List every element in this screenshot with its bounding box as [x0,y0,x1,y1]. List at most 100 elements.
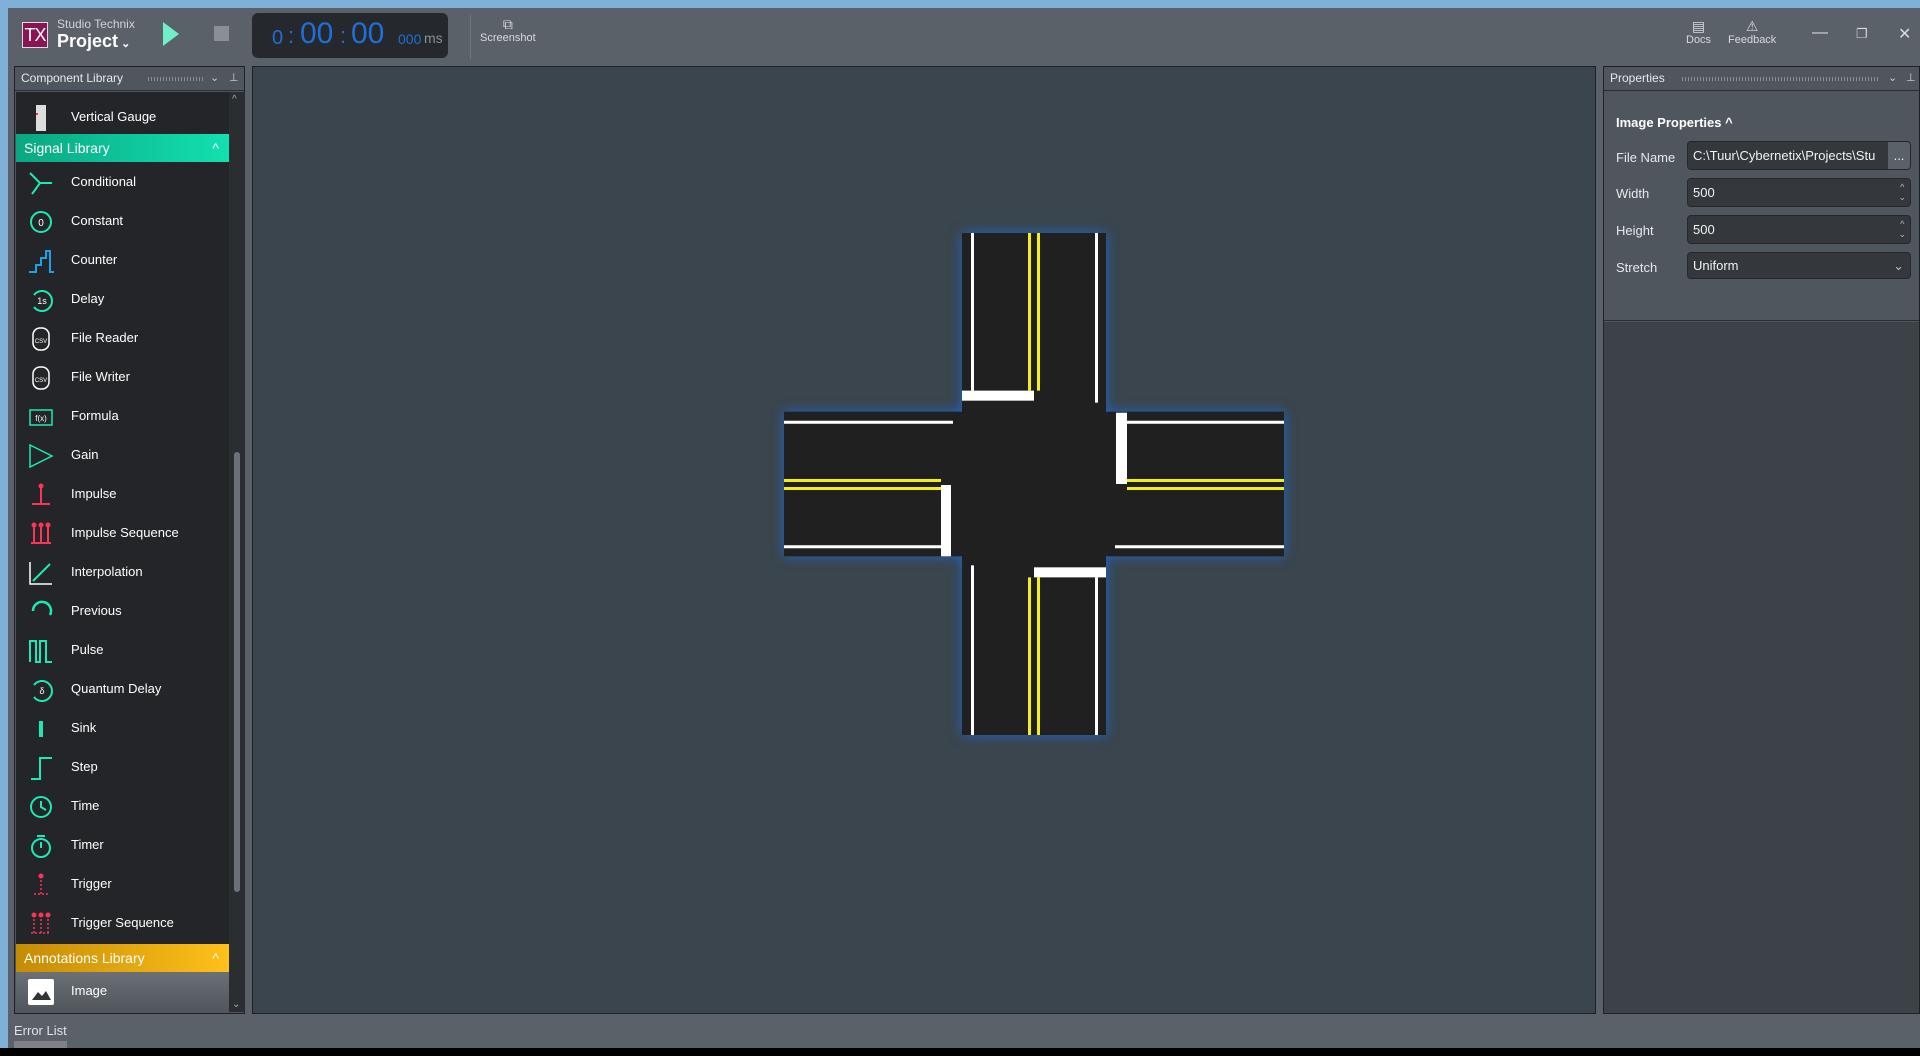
list-item-trigger[interactable]: Trigger [16,865,229,904]
timer-seconds: 00 [300,17,334,50]
item-label: File Writer [71,369,130,384]
sink-icon [39,721,43,737]
pin-icon[interactable]: ⊥ [229,67,239,90]
error-list-tab[interactable]: Error List [14,1023,67,1038]
height-field[interactable]: 500 ^ ⌄ [1687,215,1911,244]
scrollbar[interactable]: ^ ⌄ [229,92,245,1012]
toolbar: TX Studio Technix Project ⌄ 0 : 00 : 00 … [8,8,1920,66]
list-item-gain[interactable]: Gain [16,436,229,475]
formula-icon: f(x) [29,409,53,426]
list-item-delay[interactable]: 1s Delay [16,280,229,319]
window-top-border [0,0,1920,8]
feedback-button[interactable]: ⚠ Feedback [1728,18,1776,46]
list-item-image[interactable]: Image [16,972,229,1012]
list-item-file-reader[interactable]: CSV File Reader [16,319,229,358]
file-writer-icon: CSV [32,366,50,390]
restore-button[interactable]: ❐ [1856,26,1868,42]
constant-icon: 0 [30,211,52,233]
delay-icon: 1s [33,290,53,312]
vertical-gauge-icon [36,105,46,131]
component-library-header: Component Library ⌄ ⊥ [15,67,244,91]
annotations-library-section[interactable]: Annotations Library ^ [16,944,229,972]
counter-icon [29,250,54,273]
project-label: Project [57,31,119,51]
spinner-icon[interactable]: ^ ⌄ [1898,219,1906,239]
feedback-icon: ⚠ [1745,18,1759,34]
list-item-step[interactable]: Step [16,748,229,787]
item-label: Trigger [71,876,112,891]
screenshot-button[interactable]: ⧉ Screenshot [480,16,536,44]
svg-text:δ: δ [39,686,44,696]
item-label: Sink [71,720,97,735]
item-label: Formula [71,408,119,423]
error-list-tab-indicator [14,1041,67,1048]
quantum-delay-icon: δ [33,680,53,702]
component-library-panel: Component Library ⌄ ⊥ Vertical Gauge Sig… [14,66,245,1014]
item-label: Impulse Sequence [71,525,179,540]
height-value: 500 [1693,222,1715,237]
timer-icon [31,835,51,858]
file-name-field[interactable]: C:\Tuur\Cybernetix\Projects\Stu ... [1687,141,1911,170]
list-item-timer[interactable]: Timer [16,826,229,865]
item-label: Image [71,983,108,998]
scrollbar-thumb[interactable] [234,452,240,892]
trigger-sequence-icon [31,912,51,934]
width-field[interactable]: 500 ^ ⌄ [1687,178,1911,207]
chevron-up-icon: ^ [212,140,219,156]
play-button[interactable] [163,22,179,46]
time-icon [30,796,52,818]
pin-icon[interactable]: ⊥ [1906,67,1916,90]
browse-button[interactable]: ... [1888,142,1910,169]
list-item-file-writer[interactable]: CSV File Writer [16,358,229,397]
conditional-icon [29,172,52,195]
panel-title: Component Library [21,71,124,85]
stop-button[interactable] [214,26,229,41]
list-item-trigger-sequence[interactable]: Trigger Sequence [16,904,229,943]
screenshot-label: Screenshot [480,32,536,44]
section-label: Signal Library [24,140,110,156]
properties-panel: Properties ⌄ ⊥ Image Properties ^ File N… [1603,66,1920,1014]
item-label: File Reader [71,330,139,345]
minimize-button[interactable]: — [1812,24,1828,42]
list-item-previous[interactable]: Previous [16,592,229,631]
brand-name: Studio Technix [57,17,135,31]
component-list: Vertical Gauge Signal Library ^ Condition… [16,92,245,1012]
list-item-quantum-delay[interactable]: δ Quantum Delay [16,670,229,709]
item-label: Quantum Delay [71,681,162,696]
design-canvas[interactable] [252,66,1596,1014]
list-item-impulse[interactable]: Impulse [16,475,229,514]
image-properties-toggle[interactable]: Image Properties ^ [1616,115,1733,130]
item-label: Conditional [71,174,137,189]
signal-library-section[interactable]: Signal Library ^ [16,134,229,162]
app-logo: TX [22,22,48,48]
section-label: Annotations Library [24,950,145,966]
list-item-interpolation[interactable]: Interpolation [16,553,229,592]
stretch-label: Stretch [1616,260,1658,275]
project-menu[interactable]: Project ⌄ [57,31,130,52]
window-bottom-border [0,1048,1920,1056]
item-label: Trigger Sequence [71,915,174,930]
list-item-formula[interactable]: f(x) Formula [16,397,229,436]
list-item-time[interactable]: Time [16,787,229,826]
docs-button[interactable]: ▤ Docs [1686,18,1711,46]
gain-icon [29,443,54,469]
chevron-down-icon[interactable]: ⌄ [1888,67,1897,90]
window-left-border [0,0,8,1056]
chevron-down-icon: ⌄ [1893,258,1904,273]
list-item-vertical-gauge[interactable]: Vertical Gauge [16,98,229,137]
close-button[interactable]: ✕ [1898,24,1911,44]
intersection-image[interactable] [784,233,1284,735]
impulse-icon [32,483,50,505]
list-item-counter[interactable]: Counter [16,241,229,280]
chevron-down-icon[interactable]: ⌄ [210,67,219,90]
properties-header: Properties ⌄ ⊥ [1604,67,1919,91]
list-item-pulse[interactable]: Pulse [16,631,229,670]
list-item-impulse-sequence[interactable]: Impulse Sequence [16,514,229,553]
list-item-constant[interactable]: 0 Constant [16,202,229,241]
spinner-icon[interactable]: ^ ⌄ [1898,182,1906,202]
stretch-dropdown[interactable]: Uniform ⌄ [1687,252,1911,279]
list-item-sink[interactable]: Sink [16,709,229,748]
timer-ms: 000 [398,31,422,47]
list-item-conditional[interactable]: Conditional [16,163,229,202]
interpolation-icon [29,562,52,585]
